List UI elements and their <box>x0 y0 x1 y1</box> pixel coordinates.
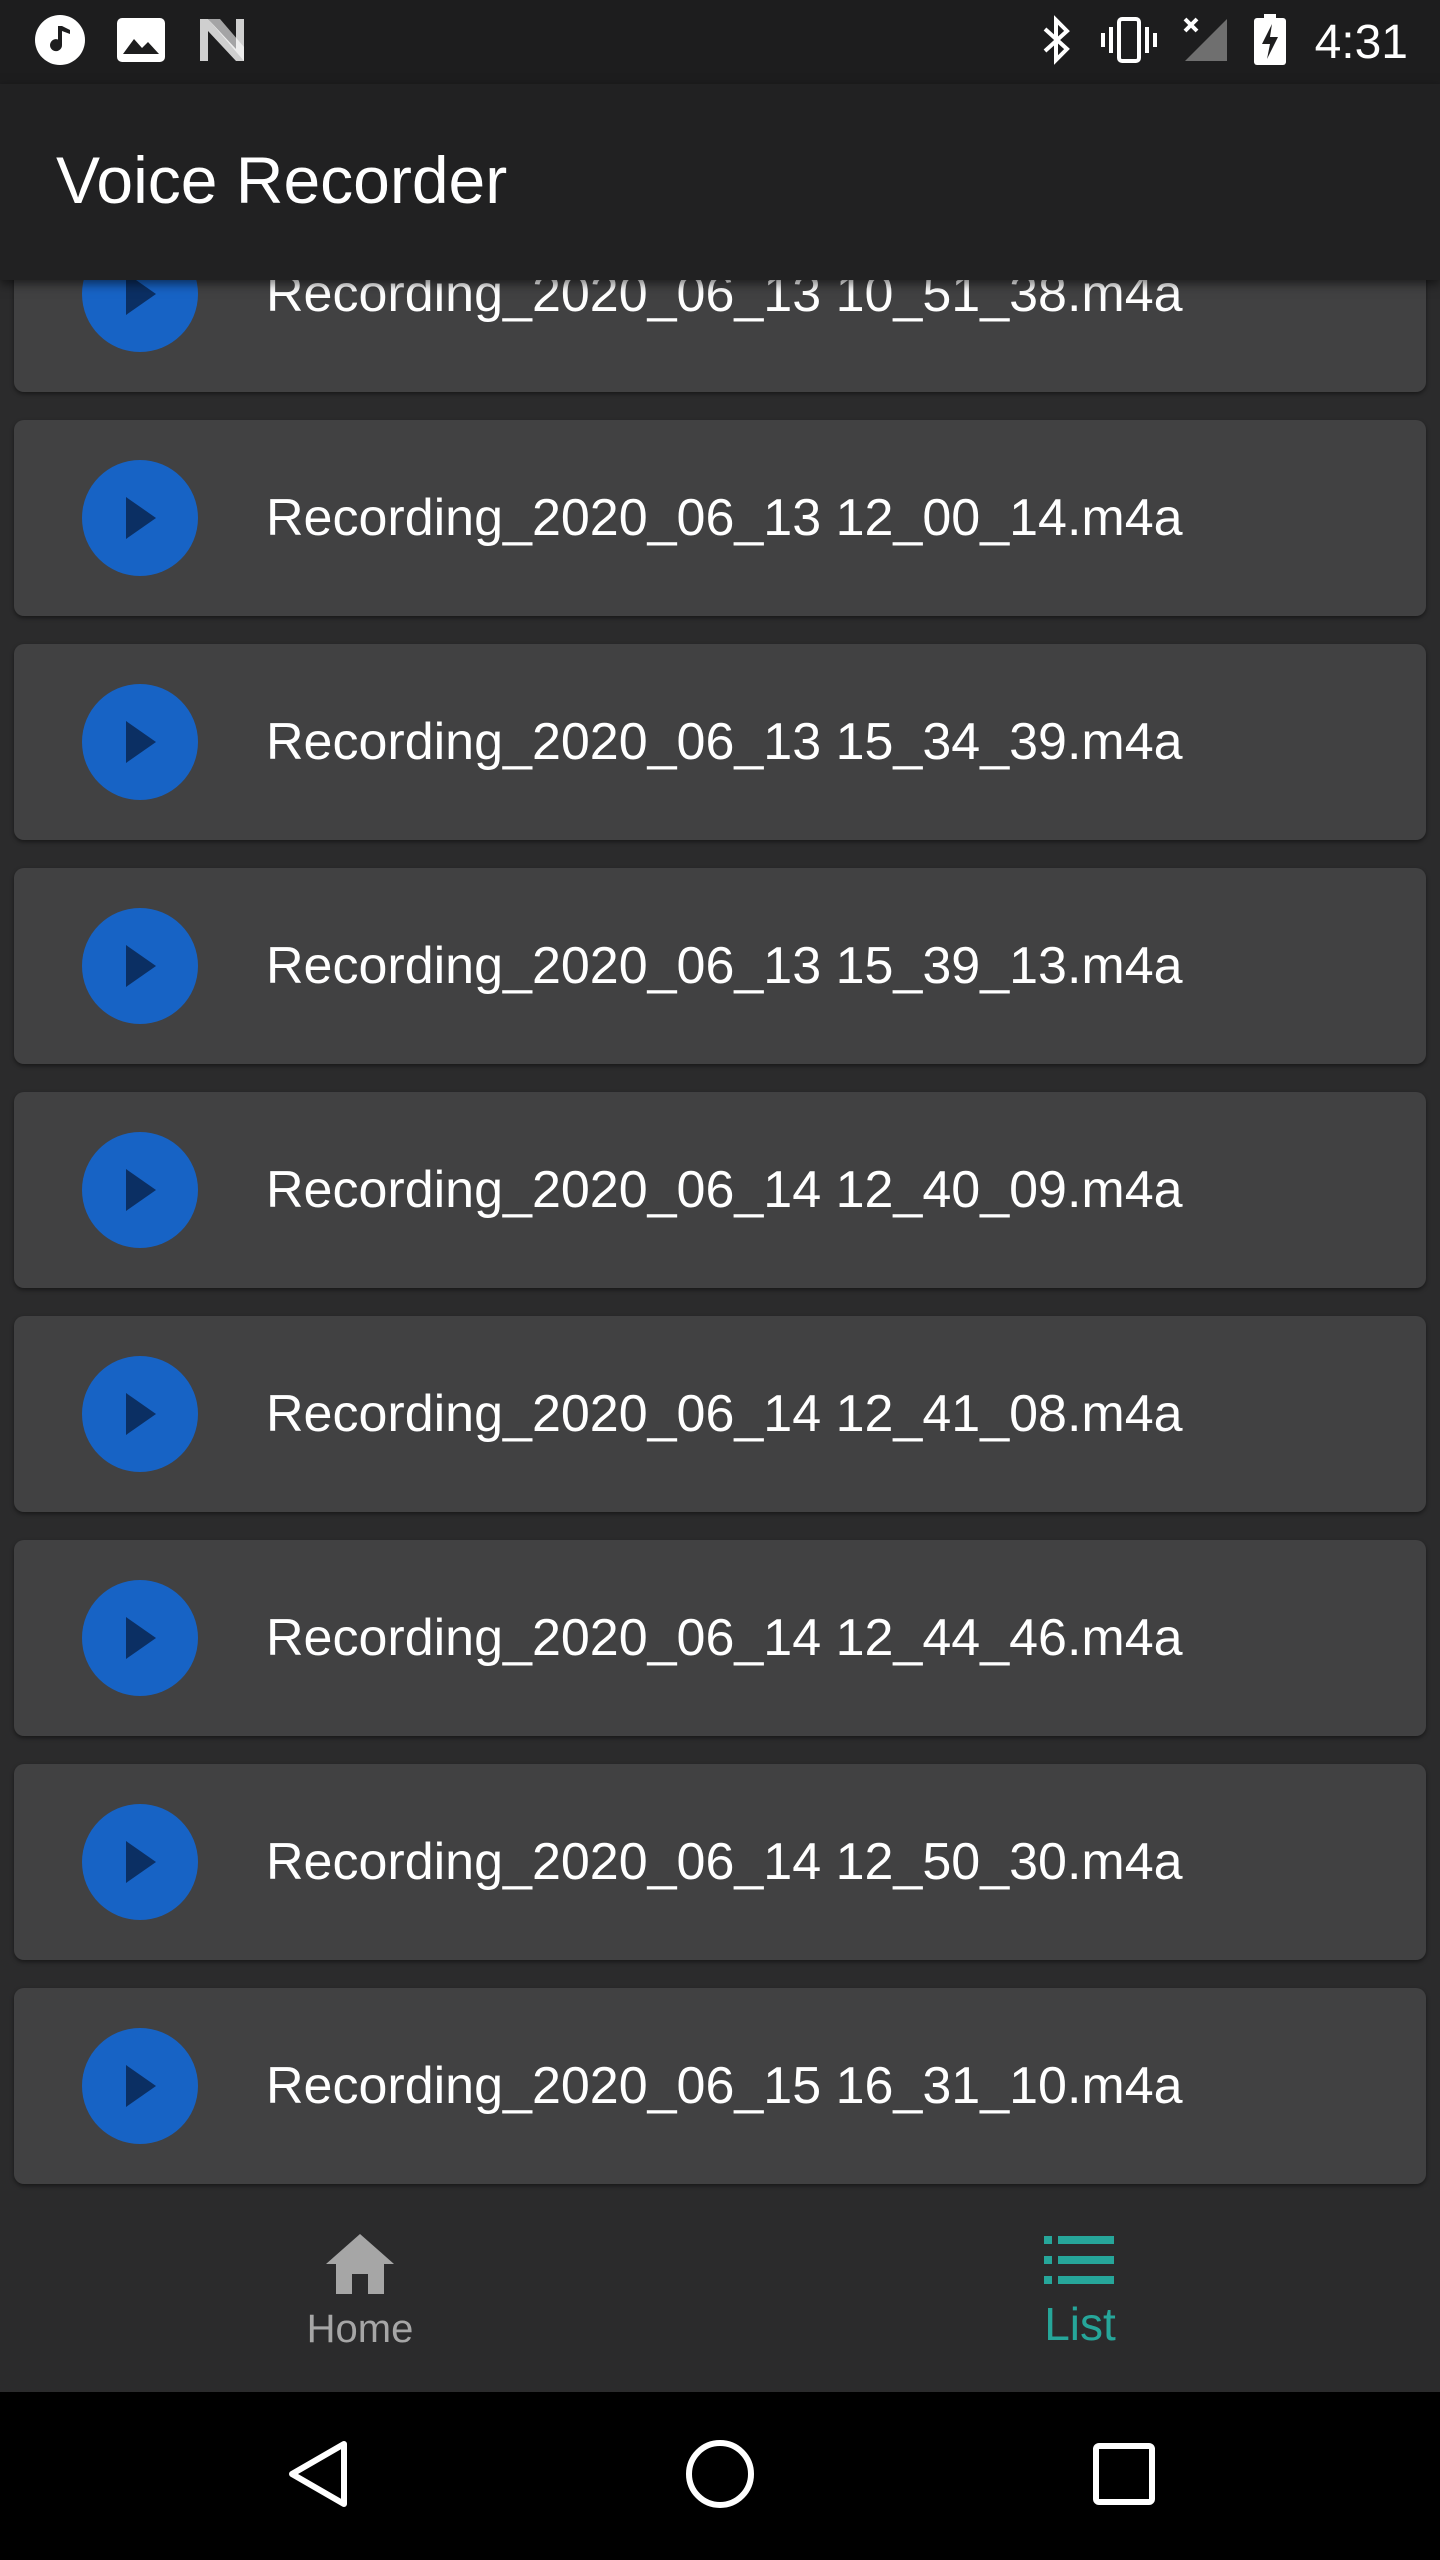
recording-name: Recording_2020_06_13 15_34_39.m4a <box>266 713 1183 771</box>
play-button[interactable] <box>82 1804 198 1920</box>
home-button[interactable] <box>670 2426 770 2526</box>
play-icon <box>126 1393 156 1435</box>
home-icon <box>324 2232 396 2301</box>
music-note-icon <box>34 14 86 71</box>
vibrate-icon <box>1099 15 1159 70</box>
play-icon <box>126 1617 156 1659</box>
back-triangle-icon <box>286 2438 350 2515</box>
play-icon <box>126 2065 156 2107</box>
play-icon <box>126 1841 156 1883</box>
recordings-list-content: Recording_2020_06_13 10_51_38.m4a Recordi… <box>14 280 1426 2192</box>
play-button[interactable] <box>82 684 198 800</box>
play-icon <box>126 721 156 763</box>
recording-item[interactable]: Recording_2020_06_14 12_44_46.m4a <box>14 1540 1426 1736</box>
play-button[interactable] <box>82 1132 198 1248</box>
recording-name: Recording_2020_06_13 12_00_14.m4a <box>266 489 1183 547</box>
recording-name: Recording_2020_06_14 12_40_09.m4a <box>266 1161 1183 1219</box>
nav-list[interactable]: List <box>720 2192 1440 2392</box>
recording-name: Recording_2020_06_14 12_41_08.m4a <box>266 1385 1183 1443</box>
recording-item[interactable]: Recording_2020_06_14 12_50_30.m4a <box>14 1764 1426 1960</box>
system-navigation-bar <box>0 2392 1440 2560</box>
app-title: Voice Recorder <box>56 143 508 217</box>
recording-item[interactable]: Recording_2020_06_13 10_51_38.m4a <box>14 280 1426 392</box>
bluetooth-icon <box>1037 14 1077 70</box>
play-icon <box>126 945 156 987</box>
status-bar: 4:31 <box>0 0 1440 84</box>
recording-name: Recording_2020_06_13 10_51_38.m4a <box>266 280 1183 323</box>
play-button[interactable] <box>82 2028 198 2144</box>
play-icon <box>126 1169 156 1211</box>
notification-icons <box>34 14 248 71</box>
n-logo-icon <box>196 17 248 68</box>
bottom-navigation: Home List <box>0 2192 1440 2392</box>
home-circle-icon <box>684 2438 756 2515</box>
recording-item[interactable]: Recording_2020_06_14 12_41_08.m4a <box>14 1316 1426 1512</box>
nav-list-label: List <box>1044 2297 1116 2350</box>
play-button[interactable] <box>82 908 198 1024</box>
battery-charging-icon <box>1253 13 1287 71</box>
image-icon <box>116 17 166 68</box>
play-button[interactable] <box>82 1580 198 1696</box>
recording-name: Recording_2020_06_14 12_44_46.m4a <box>266 1609 1183 1667</box>
no-signal-icon <box>1181 15 1231 70</box>
list-icon <box>1044 2234 1116 2291</box>
play-button[interactable] <box>82 460 198 576</box>
system-status-icons: 4:31 <box>1037 13 1408 71</box>
app-bar: Voice Recorder <box>0 84 1440 280</box>
recording-item[interactable]: Recording_2020_06_13 15_39_13.m4a <box>14 868 1426 1064</box>
nav-home-label: Home <box>306 2307 414 2351</box>
back-button[interactable] <box>268 2426 368 2526</box>
nav-home[interactable]: Home <box>0 2192 720 2392</box>
play-button[interactable] <box>82 280 198 352</box>
clock: 4:31 <box>1314 15 1408 69</box>
recording-item[interactable]: Recording_2020_06_15 16_31_10.m4a <box>14 1988 1426 2184</box>
recording-name: Recording_2020_06_15 16_31_10.m4a <box>266 2057 1183 2115</box>
play-button[interactable] <box>82 1356 198 1472</box>
recordings-list[interactable]: Recording_2020_06_13 10_51_38.m4a Recordi… <box>0 280 1440 2192</box>
recording-name: Recording_2020_06_14 12_50_30.m4a <box>266 1833 1183 1891</box>
play-icon <box>126 280 156 315</box>
recording-item[interactable]: Recording_2020_06_13 15_34_39.m4a <box>14 644 1426 840</box>
play-icon <box>126 497 156 539</box>
recording-name: Recording_2020_06_13 15_39_13.m4a <box>266 937 1183 995</box>
recording-item[interactable]: Recording_2020_06_13 12_00_14.m4a <box>14 420 1426 616</box>
recents-square-icon <box>1092 2442 1156 2511</box>
recents-button[interactable] <box>1074 2426 1174 2526</box>
recording-item[interactable]: Recording_2020_06_14 12_40_09.m4a <box>14 1092 1426 1288</box>
